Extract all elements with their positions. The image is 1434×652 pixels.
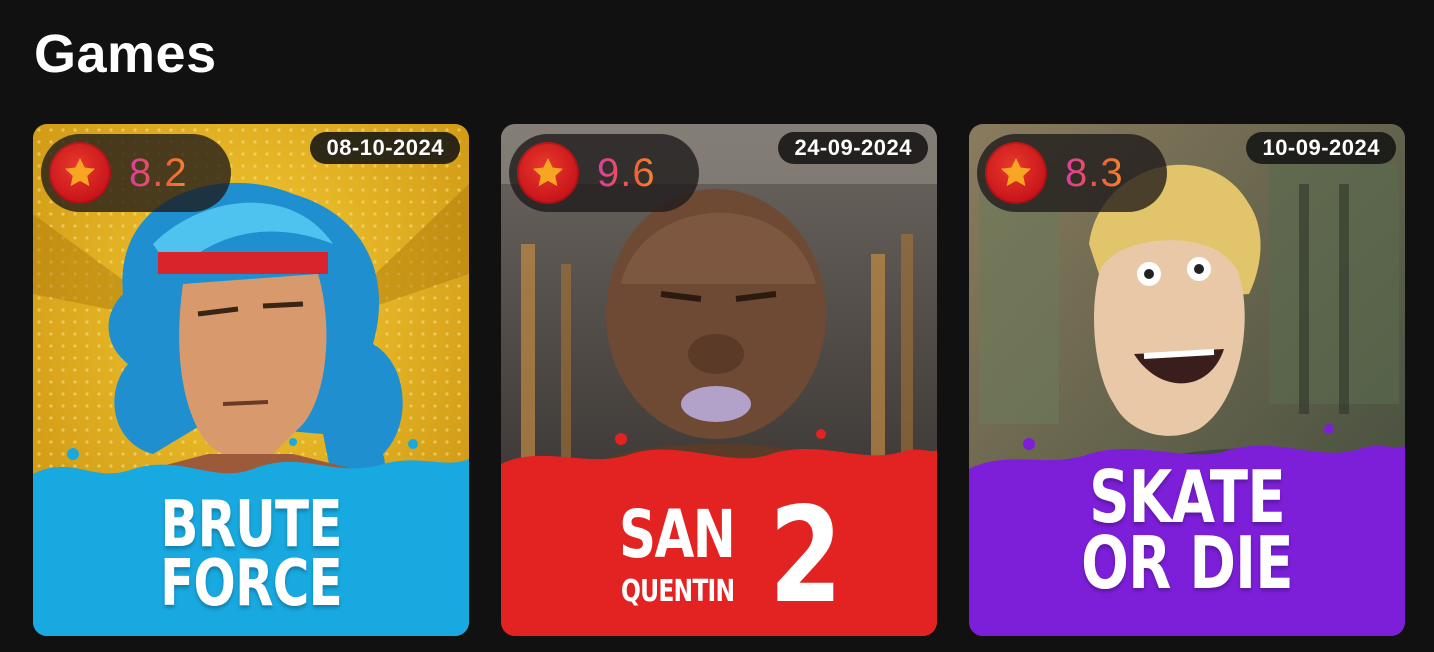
game-title-line: QUENTIN <box>621 574 735 609</box>
game-title-line: OR DIE <box>1081 521 1294 606</box>
rating-badge: 8.3 <box>977 134 1167 212</box>
rating-value: 8.2 <box>129 150 188 195</box>
rating-badge: 9.6 <box>509 134 699 212</box>
game-title: BRUTE FORCE <box>81 493 421 621</box>
game-title: SKATE OR DIE <box>1017 461 1357 606</box>
game-title-line: FORCE <box>160 546 343 621</box>
game-card-san-quentin-2[interactable]: 9.6 24-09-2024 SAN QUENTIN 2 <box>501 124 937 636</box>
star-icon <box>517 142 579 204</box>
release-date-badge: 10-09-2024 <box>1246 132 1396 164</box>
game-title-number: 2 <box>769 479 843 633</box>
section-title: Games <box>34 24 217 84</box>
game-title-line: SAN <box>619 496 736 573</box>
star-icon <box>49 142 111 204</box>
rating-badge: 8.2 <box>41 134 231 212</box>
release-date-badge: 24-09-2024 <box>778 132 928 164</box>
rating-value: 9.6 <box>597 150 656 195</box>
release-date-badge: 08-10-2024 <box>310 132 460 164</box>
game-card-brute-force[interactable]: 8.2 08-10-2024 BRUTE FORCE <box>33 124 469 636</box>
game-card-skate-or-die[interactable]: 8.3 10-09-2024 SKATE OR DIE <box>969 124 1405 636</box>
rating-value: 8.3 <box>1065 150 1124 195</box>
star-icon <box>985 142 1047 204</box>
game-title: SAN QUENTIN 2 <box>619 490 842 626</box>
